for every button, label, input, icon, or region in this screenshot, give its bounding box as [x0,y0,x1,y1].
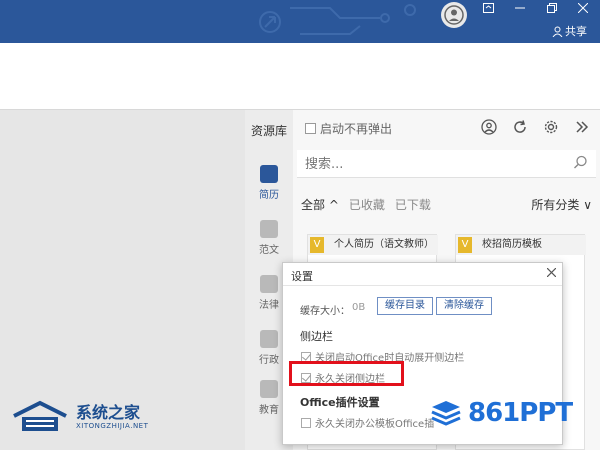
search-box [297,150,596,178]
share-button[interactable]: 共享 [552,23,587,39]
watermark-url: XITONGZHIJIA.NET [76,422,149,430]
filter-all[interactable]: 全部 ^ [301,196,339,213]
rail-item-essay[interactable]: 范文 [251,220,287,256]
layers-logo-icon [431,401,461,426]
vip-badge: V [458,237,472,253]
admin-icon [260,330,278,348]
restore-icon [547,3,557,13]
collapse-panel-icon[interactable] [573,119,591,137]
title-bar: 共享 [0,0,600,43]
cache-size-value: 0B [352,302,366,313]
sidebar-section-title: 侧边栏 [300,330,333,343]
restore-button[interactable] [537,0,567,20]
dialog-divider [283,285,562,286]
education-icon [260,380,278,398]
search-icon[interactable] [573,155,588,174]
no-popup-label: 启动不再弹出 [320,122,393,136]
share-label: 共享 [565,25,587,38]
card-caption: 个人简历（语文教师） [308,235,438,255]
card-caption: 校招简历模板 [456,235,586,255]
checkbox-box[interactable] [305,123,316,134]
user-icon [444,5,464,25]
dialog-close-button[interactable] [546,266,557,280]
no-popup-checkbox[interactable]: 启动不再弹出 [305,120,392,137]
rail-label: 教育 [259,405,279,416]
panel-title: 资源库 [251,124,288,138]
gear-icon[interactable] [542,119,560,137]
watermark-name: 系统之家 [76,403,141,422]
highlight-box [289,361,404,386]
checkbox-box[interactable] [301,417,311,428]
category-dropdown[interactable]: 所有分类 ∨ [531,196,592,213]
cache-directory-button[interactable]: 缓存目录 [377,297,433,315]
resume-icon [260,165,278,183]
watermark-brand: 861PPT [468,398,573,428]
circuit-decoration [259,4,416,35]
law-icon [260,275,278,293]
ribbon-display-icon [482,3,494,13]
close-icon [577,2,589,14]
refresh-icon[interactable] [511,119,529,137]
dialog-title: 设置 [291,270,313,283]
rail-label: 简历 [259,190,279,201]
close-window-button[interactable] [568,0,598,20]
vip-badge: V [310,237,324,253]
plugin-section-title: Office插件设置 [300,396,380,409]
account-avatar[interactable] [441,2,467,28]
checkbox-checked[interactable] [301,351,311,362]
rail-label: 行政 [259,355,279,366]
minimize-button[interactable] [505,0,535,20]
close-template-plugin-option[interactable]: 永久关闭办公模板Office插 [301,415,434,430]
document-area [0,110,245,450]
ribbon [0,43,600,110]
cache-size-label: 缓存大小： [300,306,350,317]
option-label: 永久关闭办公模板Office插 [315,419,435,430]
filter-favorites[interactable]: 已收藏 [349,196,385,213]
watermark-861ppt: 861PPT [430,398,573,428]
rail-label: 法律 [259,300,279,311]
minimize-icon [515,7,525,9]
watermark-xitongzhijia: 系统之家 XITONGZHIJIA.NET [10,400,148,434]
filter-downloaded[interactable]: 已下载 [395,196,431,213]
search-input[interactable] [297,150,557,178]
ribbon-display-button[interactable] [473,0,503,20]
house-logo-icon [13,400,67,431]
clear-cache-button[interactable]: 清除缓存 [436,297,492,315]
person-icon [552,26,563,37]
rail-item-resume[interactable]: 简历 [251,165,287,201]
user-icon[interactable] [480,119,498,137]
rail-label: 范文 [259,245,279,256]
close-icon [546,267,557,278]
essay-icon [260,220,278,238]
